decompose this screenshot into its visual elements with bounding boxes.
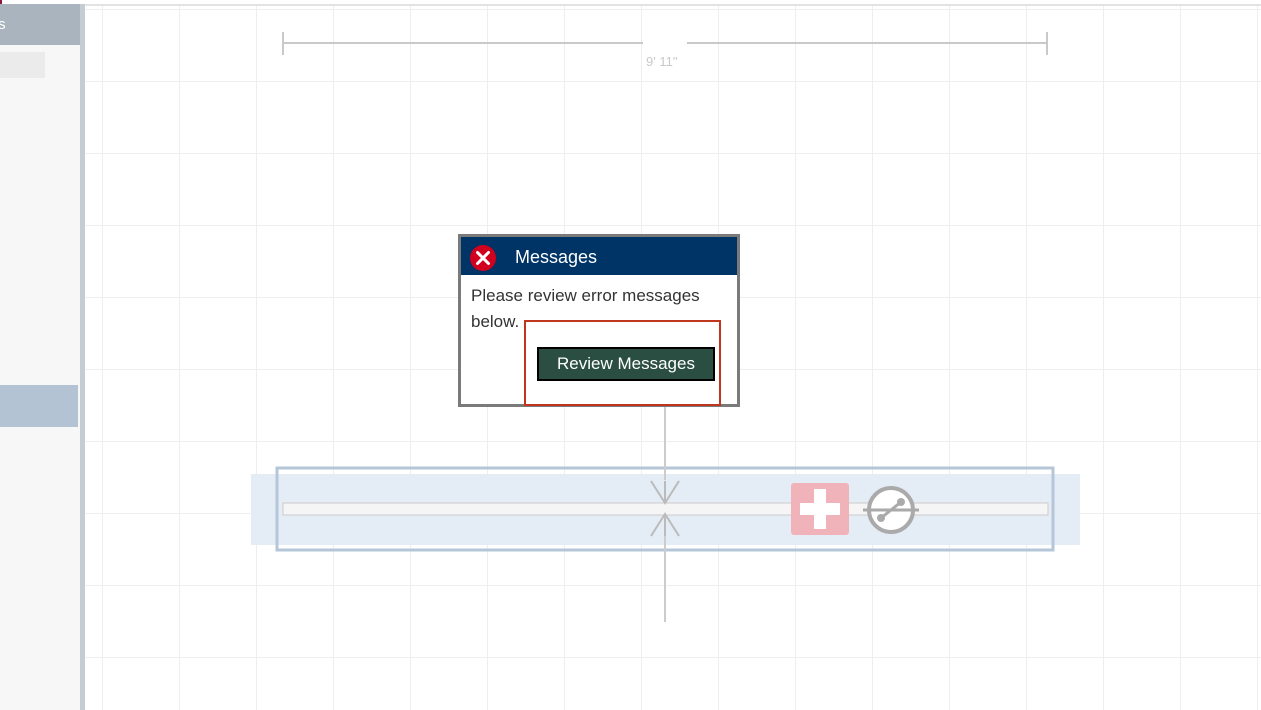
messages-dialog: Messages Please review error messages be… [458,234,740,407]
dialog-header: Messages [461,237,737,275]
dialog-title: Messages [515,247,598,267]
dialog-message: Please review error messages below. [471,286,700,331]
plus-icon[interactable] [791,483,849,535]
dimension-line [282,32,1048,55]
error-circle-x-icon [470,245,496,271]
dimension-label: 9' 11" [646,54,678,69]
app-screen: ts [0,0,1261,710]
review-messages-button[interactable]: Review Messages [537,347,715,381]
